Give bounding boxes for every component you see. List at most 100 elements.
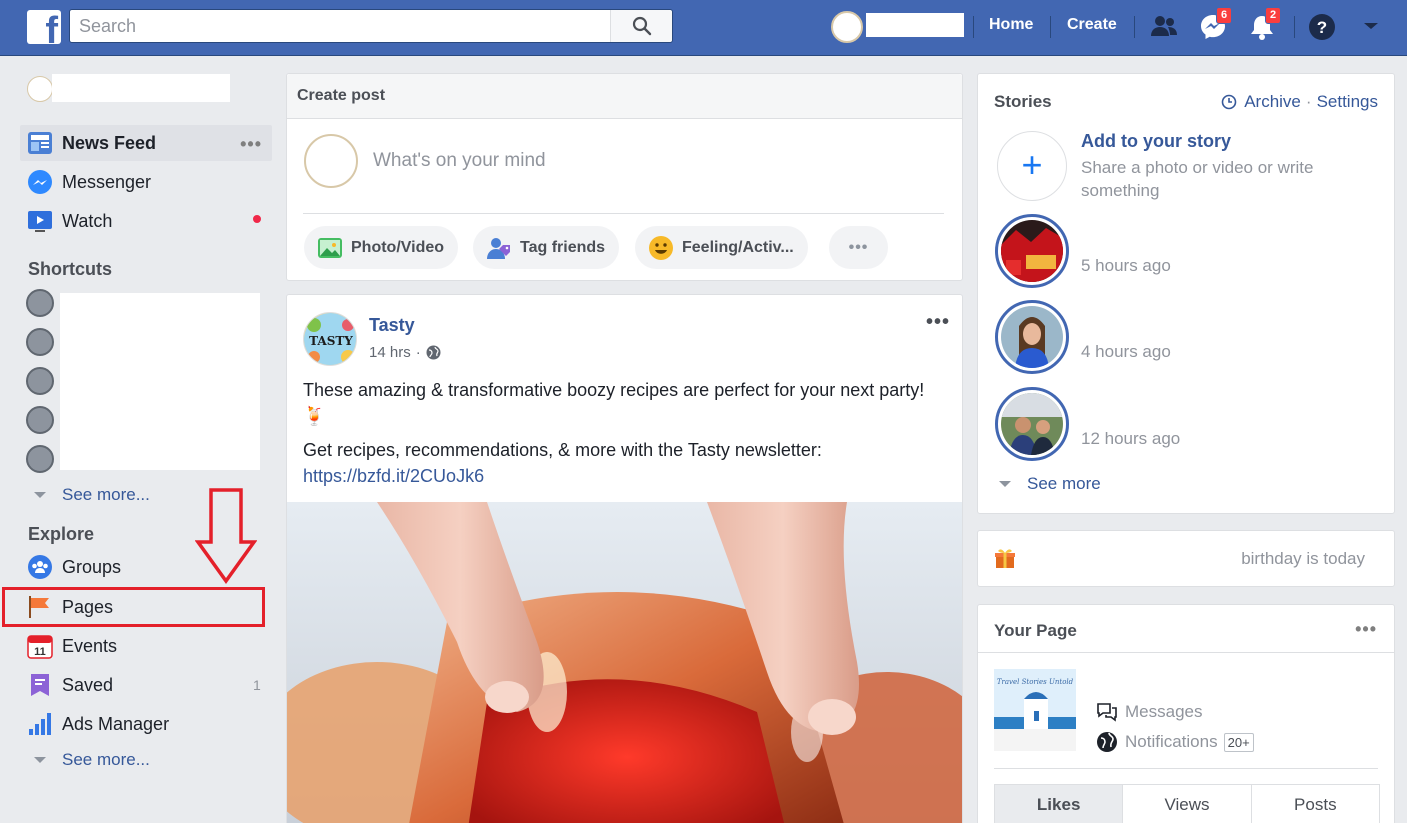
stories-settings-link[interactable]: Settings [1317,92,1378,112]
sidebar-profile-name-redacted[interactable] [52,74,230,102]
search-button[interactable] [610,10,672,42]
page-notifications-link[interactable]: Notifications 20+ [1096,731,1254,753]
tag-friends-button[interactable]: Tag friends [473,226,620,269]
story-thumbnail[interactable] [995,214,1069,288]
your-page-header: Your Page ••• [978,605,1394,653]
gift-icon [995,549,1015,568]
add-story-link[interactable]: Add to your story [1081,131,1231,152]
sidebar-item-label: Groups [62,556,122,577]
search-box [69,9,673,43]
friend-requests-icon[interactable] [1149,12,1179,42]
search-input[interactable] [70,10,610,42]
plus-icon: + [1021,144,1043,185]
svg-text:?: ? [1317,18,1327,37]
story-time: 12 hours ago [1081,429,1181,448]
saved-count: 1 [253,677,261,693]
shortcut-names-redacted[interactable] [60,293,260,470]
watch-icon [28,211,52,232]
action-label: Feeling/Activ... [682,238,794,256]
story-time: 5 hours ago [1081,256,1171,275]
feeling-activity-button[interactable]: Feeling/Activ... [635,226,808,269]
tab-posts[interactable]: Posts [1252,785,1379,823]
divider [1134,16,1135,38]
your-page-card: Your Page ••• Travel Stories Untold Mess… [977,604,1395,823]
stories-title: Stories [994,92,1052,111]
story-time: 4 hours ago [1081,342,1171,361]
page-messages-link[interactable]: Messages [1096,702,1202,722]
tab-likes[interactable]: Likes [995,785,1124,823]
explore-heading: Explore [28,524,95,544]
sidebar-item-label: Watch [62,210,113,231]
birthday-card[interactable]: birthday is today [977,530,1395,587]
post-link[interactable]: https://bzfd.it/2CUoJk6 [303,463,933,489]
story-thumbnail[interactable] [995,387,1069,461]
sidebar-profile-avatar[interactable] [27,76,53,102]
help-icon[interactable]: ? [1308,12,1338,42]
post-image[interactable] [287,502,962,823]
sidebar-item-label: Saved [62,674,114,695]
sidebar-item-label: Ads Manager [62,713,170,734]
story-thumbnail[interactable] [995,300,1069,374]
news-feed-icon [28,132,52,154]
profile-name-redacted[interactable] [866,13,964,37]
explore-see-more-link[interactable]: See more... [34,750,150,770]
sidebar-item-news-feed[interactable]: News Feed ••• [20,125,272,161]
shortcuts-see-more-link[interactable]: See more... [34,485,150,505]
public-globe-icon [426,345,441,360]
watch-new-indicator [253,215,261,223]
post-timestamp[interactable]: 14 hrs · [369,344,441,361]
notifications-label: Notifications [1125,732,1218,751]
notifications-badge: 2 [1265,7,1282,24]
sidebar-item-messenger[interactable]: Messenger [20,164,272,200]
profile-avatar[interactable] [831,11,863,43]
your-page-title: Your Page [994,621,1077,640]
page-thumbnail[interactable]: Travel Stories Untold [994,669,1076,751]
see-more-label: See more... [62,750,150,769]
birthday-text: birthday is today [1241,549,1365,568]
sidebar-item-watch[interactable]: Watch [20,203,272,239]
messages-icon [1097,703,1117,722]
facebook-logo-icon[interactable]: f [27,10,61,44]
stories-archive-link[interactable]: Archive [1244,92,1301,112]
sidebar-item-ads-manager[interactable]: Ads Manager [20,706,272,742]
action-label: Tag friends [520,238,606,256]
divider [303,213,944,214]
ads-manager-icon [29,713,51,735]
group-shortcut-icon[interactable] [26,445,54,473]
notifications-count-badge: 20+ [1223,732,1254,752]
boozy-jello-photo [287,502,962,823]
tasty-avatar[interactable]: TASTY [303,312,357,366]
post-body: These amazing & transformative boozy rec… [303,377,933,489]
annotation-arrow-icon [195,488,257,584]
sidebar-item-saved[interactable]: Saved [20,667,272,703]
events-calendar-icon: 11 [27,635,53,659]
group-shortcut-icon[interactable] [26,289,54,317]
tasty-logo-icon: TASTY [304,313,356,365]
group-shortcut-icon[interactable] [26,328,54,356]
account-menu-chevron-icon[interactable] [1361,16,1381,36]
more-actions-button[interactable]: ••• [829,226,888,269]
composer-input[interactable]: What's on your mind [373,150,933,172]
tab-views[interactable]: Views [1123,785,1252,823]
stories-see-more-link[interactable]: See more [999,474,1101,494]
add-story-button[interactable]: + [997,131,1067,201]
post-text-line: Get recipes, recommendations, & more wit… [303,440,822,460]
create-post-header: Create post [287,74,962,119]
home-link[interactable]: Home [989,16,1033,34]
action-label: Photo/Video [351,238,445,256]
group-shortcut-icon[interactable] [26,406,54,434]
group-shortcut-icon[interactable] [26,367,54,395]
feed-post: TASTY Tasty 14 hrs · ••• These amazing &… [286,294,963,823]
create-link[interactable]: Create [1067,16,1117,34]
svg-text:TASTY: TASTY [309,334,353,348]
sidebar-item-events[interactable]: 11 Events [20,628,272,664]
separator: · [415,344,421,361]
post-author-link[interactable]: Tasty [369,315,415,336]
photo-video-button[interactable]: Photo/Video [304,226,459,269]
news-feed-more-icon[interactable]: ••• [240,134,262,155]
divider [973,16,974,38]
story-image [1001,393,1063,455]
your-page-options-icon[interactable]: ••• [1355,619,1377,640]
post-options-icon[interactable]: ••• [926,311,950,334]
chevron-down-icon [999,481,1011,487]
